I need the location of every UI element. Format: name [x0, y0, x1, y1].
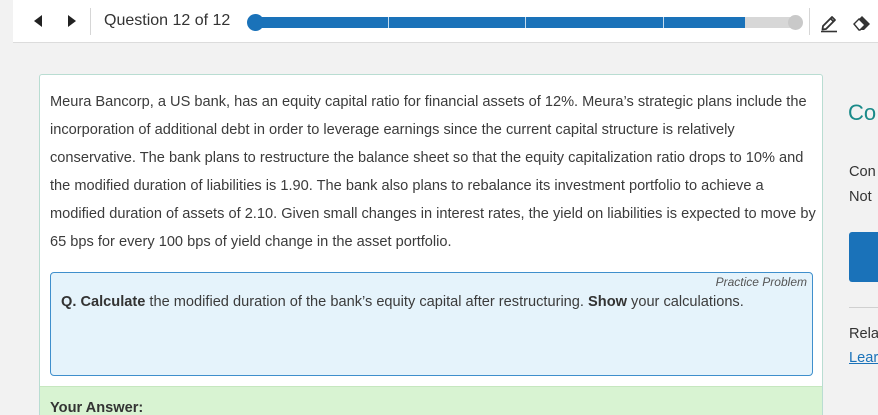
side-panel-action-button[interactable] [849, 232, 878, 282]
eraser-icon [853, 16, 870, 31]
toolbar-divider-2 [809, 8, 810, 35]
side-panel-text-1: Con [849, 164, 876, 180]
progress-tick [525, 17, 526, 28]
triangle-left-icon [34, 15, 42, 27]
practice-problem-box: Practice Problem Q. Calculate the modifi… [50, 272, 813, 376]
highlight-pen-button[interactable] [818, 11, 840, 33]
right-side-panel: Co Con Not Rela Lear [836, 43, 878, 415]
eraser-button[interactable] [851, 11, 873, 33]
side-panel-text-2: Not [849, 189, 872, 205]
side-panel-related-label: Rela [849, 326, 878, 342]
question-verb-show: Show [588, 294, 627, 310]
progress-bar[interactable] [247, 14, 803, 31]
triangle-right-icon [68, 15, 76, 27]
question-text: Q. Calculate the modified duration of th… [61, 288, 801, 316]
side-panel-heading: Co [848, 100, 877, 125]
previous-question-button[interactable] [30, 12, 46, 30]
your-answer-label: Your Answer: [50, 400, 144, 415]
question-card: Meura Bancorp, a US bank, has an equity … [39, 74, 823, 415]
question-prefix: Q. [61, 294, 77, 310]
side-panel-divider [849, 307, 878, 308]
side-panel-learn-link[interactable]: Lear [849, 350, 878, 366]
progress-fill [250, 17, 745, 28]
next-question-button[interactable] [64, 12, 80, 30]
practice-problem-label: Practice Problem [715, 275, 807, 289]
progress-end-knob[interactable] [788, 15, 803, 30]
progress-start-knob [247, 14, 264, 31]
question-toolbar: Question 12 of 12 [13, 0, 878, 43]
question-body: the modified duration of the bank’s equi… [149, 294, 584, 310]
your-answer-section: Your Answer: [40, 386, 822, 415]
question-verb-calculate: Calculate [80, 294, 146, 310]
question-counter: Question 12 of 12 [104, 12, 231, 29]
pen-icon [821, 16, 837, 33]
toolbar-divider [90, 8, 91, 35]
question-tail: your calculations. [631, 294, 744, 310]
case-scenario-text: Meura Bancorp, a US bank, has an equity … [50, 94, 816, 250]
progress-tick [663, 17, 664, 28]
progress-tick [388, 17, 389, 28]
